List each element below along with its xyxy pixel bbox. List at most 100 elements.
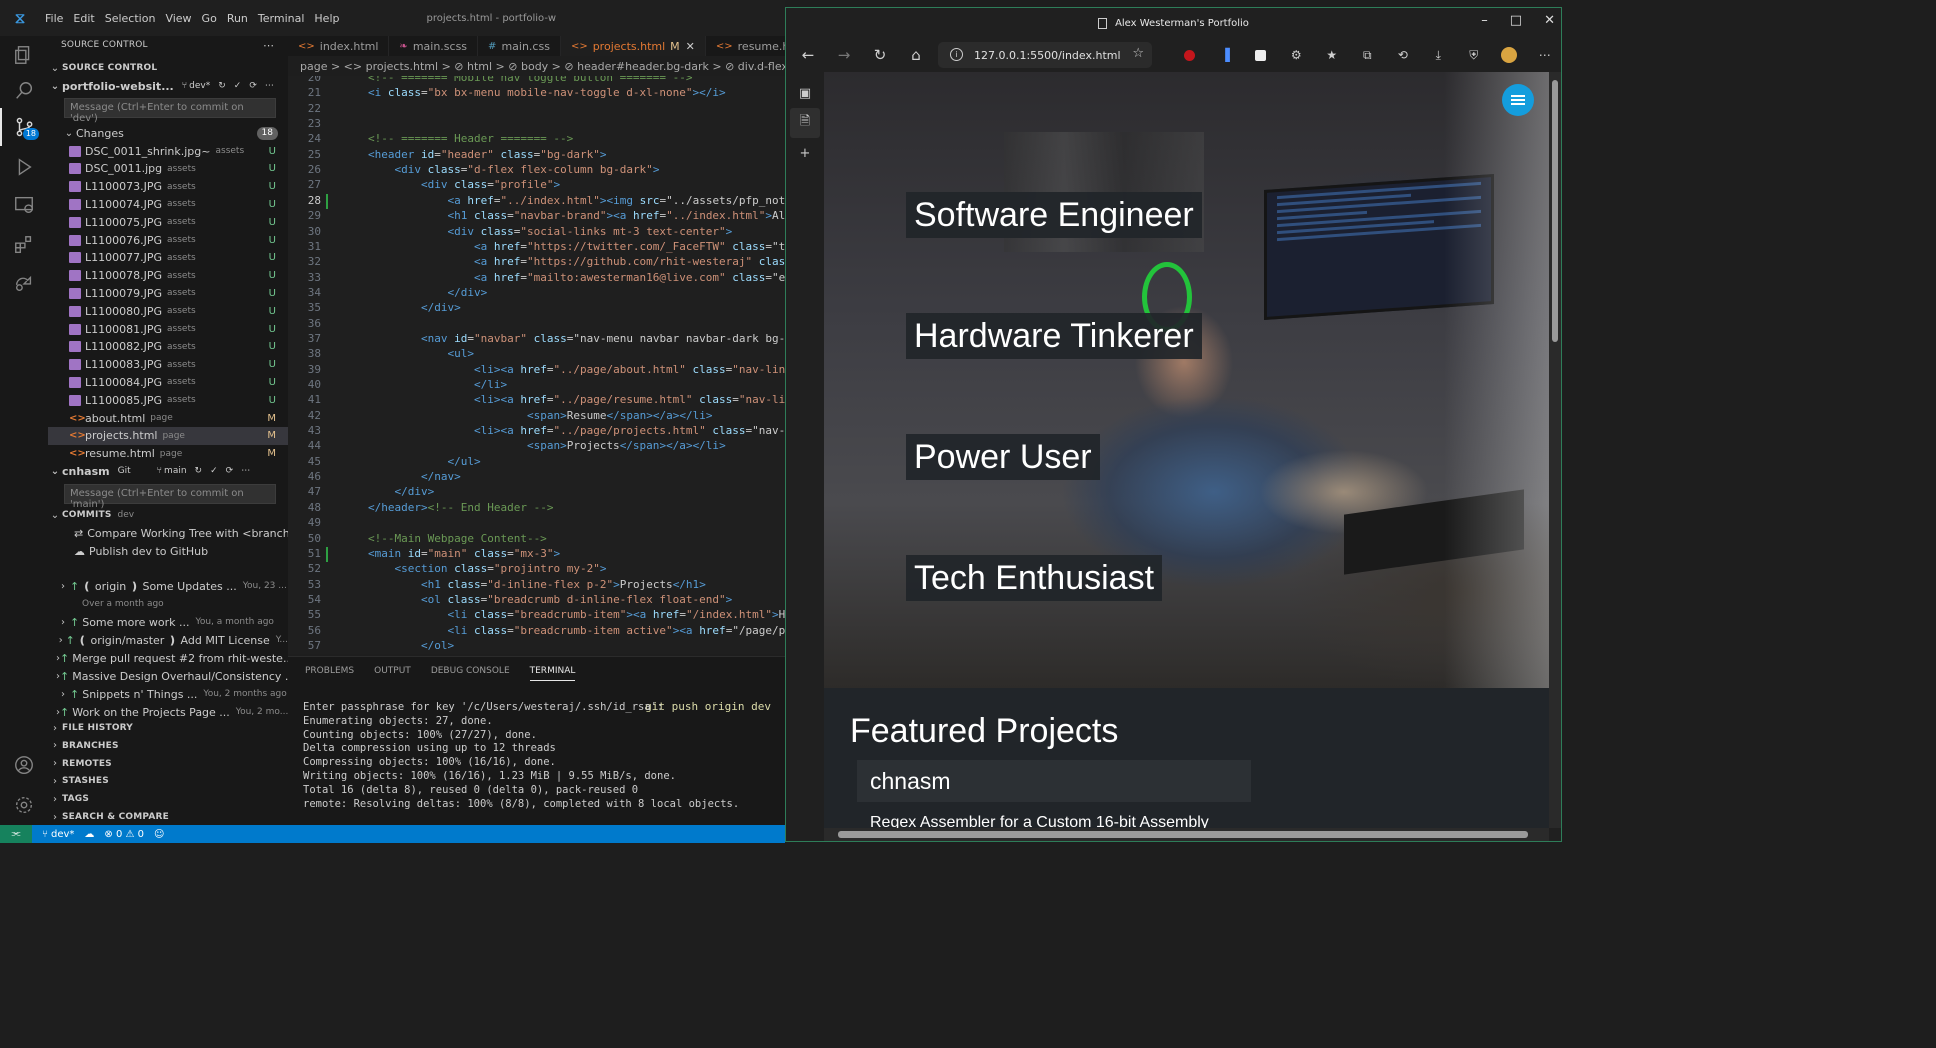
back-icon[interactable]: ← [790,46,826,64]
changed-file-row[interactable]: L1100084.JPG assets U [48,373,288,391]
maximize-icon[interactable]: □ [1510,13,1522,28]
code-line[interactable]: </nav> [368,470,461,483]
code-line[interactable]: <!--Main Webpage Content--> [368,532,547,545]
commit-message-input[interactable]: Message (Ctrl+Enter to commit on 'dev') [64,98,276,124]
sync-icon[interactable]: ↻ [218,81,226,91]
changed-file-row[interactable]: L1100073.JPG assets U [48,178,288,196]
changed-file-row[interactable]: L1100085.JPG assets U [48,391,288,409]
changed-file-row[interactable]: L1100078.JPG assets U [48,267,288,285]
tab-projects-html[interactable]: <> projects.html M ✕ [560,36,706,56]
more-actions-icon[interactable]: ⋯ [241,466,250,476]
code-line[interactable]: <a href="../index.html"><img src="../ass… [368,194,785,207]
commit-row[interactable]: › ↑ Some more work ... You, a month ago [48,613,288,631]
source-control-icon[interactable]: 18 [0,108,48,146]
run-debug-icon[interactable] [0,148,48,186]
address-bar[interactable]: i 127.0.0.1:5500/index.html ☆ [938,42,1152,68]
close-icon[interactable]: ✕ [1544,13,1555,28]
code-line[interactable]: <span>Projects</span></a></li> [368,439,726,452]
code-editor[interactable]: 20 <!-- ======= Mobile nav toggle button … [288,76,785,654]
sync-icon[interactable]: ↻ [195,466,203,476]
project-card-title[interactable]: chnasm [857,760,1251,802]
grammar-icon[interactable] [1243,45,1279,65]
menu-item-help[interactable]: Help [309,12,344,25]
code-line[interactable]: <nav id="navbar" class="nav-menu navbar … [368,332,785,345]
changed-file-row[interactable]: DSC_0011_shrink.jpg~ assets U [48,142,288,160]
code-line[interactable]: <div class="social-links mt-3 text-cente… [368,225,732,238]
code-line[interactable]: <a href="https://twitter.com/_FaceFTW" c… [368,240,785,253]
commit-message-input-cnhasm[interactable]: Message (Ctrl+Enter to commit on 'main') [64,484,276,510]
changed-file-row[interactable]: L1100076.JPG assets U [48,231,288,249]
panel-tab-debug-console[interactable]: DEBUG CONSOLE [431,662,510,680]
code-line[interactable]: <h1 class="d-inline-flex p-2">Projects</… [368,578,706,591]
code-line[interactable]: </div> [368,286,487,299]
sync-cloud-icon[interactable]: ☁ [84,829,94,840]
source-control-section-header[interactable]: ⌄ SOURCE CONTROL [48,59,288,77]
menu-item-go[interactable]: Go [197,12,222,25]
code-line[interactable]: <ul> [368,347,474,360]
code-line[interactable]: <!-- ======= Header ======= --> [368,132,573,145]
status-branch[interactable]: dev* [51,829,74,840]
code-line[interactable]: <li><a href="../page/resume.html" class=… [368,393,785,406]
panel-tab-output[interactable]: OUTPUT [374,662,411,680]
shield-icon[interactable]: ⛨ [1456,45,1492,65]
section-search-compare[interactable]: › SEARCH & COMPARE [48,808,288,825]
tab-portfolio[interactable]: 🗎 [790,108,820,138]
changed-file-row[interactable]: L1100074.JPG assets U [48,195,288,213]
code-line[interactable]: <header id="header" class="bg-dark"> [368,148,606,161]
code-line[interactable]: </div> [368,301,461,314]
explorer-icon[interactable] [0,36,48,74]
history-icon[interactable]: ⟲ [1385,45,1421,65]
commit-check-icon[interactable]: ✓ [210,466,218,476]
extensions-icon[interactable] [0,226,48,264]
changed-file-row[interactable]: L1100082.JPG assets U [48,338,288,356]
forward-icon[interactable]: → [826,46,862,64]
status-problems[interactable]: ⊗ 0 ⚠ 0 [104,829,144,840]
changed-file-row[interactable]: DSC_0011.jpg assets U [48,160,288,178]
code-line[interactable]: </li> [368,378,507,391]
commit-action-row[interactable]: ☁ Publish dev to GitHub [48,542,288,560]
new-tab-icon[interactable]: + [786,138,824,168]
close-tab-icon[interactable]: ✕ [686,40,695,53]
menu-item-view[interactable]: View [160,12,196,25]
panel-tab-problems[interactable]: PROBLEMS [305,662,354,680]
panel-tab-terminal[interactable]: TERMINAL [529,662,576,681]
code-line[interactable]: </ol> [368,639,454,652]
section-tags[interactable]: › TAGS [48,790,288,808]
add-favorite-icon[interactable]: ☆ [1132,46,1144,61]
commit-row[interactable]: › ↑ ❪ origin/master ❫ Add MIT License Y... [48,631,288,649]
menu-item-file[interactable]: File [40,12,68,25]
changed-file-row[interactable]: L1100083.JPG assets U [48,356,288,374]
live-share-icon[interactable] [0,264,48,302]
vertical-scrollbar[interactable] [1549,72,1561,828]
code-line[interactable]: <li class="breadcrumb-item"><a href="/in… [368,608,785,621]
collections-icon[interactable]: ⧉ [1350,45,1386,65]
menu-item-run[interactable]: Run [222,12,253,25]
changed-file-row[interactable]: L1100075.JPG assets U [48,213,288,231]
section-stashes[interactable]: › STASHES [48,772,288,790]
changed-file-row[interactable]: <> projects.html page M [48,426,288,445]
code-line[interactable]: <!-- ======= Mobile nav toggle button ==… [368,76,693,84]
repo-cnhasm[interactable]: ⌄ cnhasm Git ⑂ main ↻ ✓ ⟳ ⋯ [48,462,288,480]
tab-actions-icon[interactable]: ▣ [786,78,824,108]
remote-explorer-icon[interactable] [0,186,48,224]
changed-file-row[interactable]: <> about.html page M [48,409,288,427]
horizontal-scrollbar[interactable] [824,828,1549,841]
commit-row[interactable]: › ↑ Snippets n' Things ... You, 2 months a… [48,685,288,703]
changed-file-row[interactable]: L1100079.JPG assets U [48,284,288,302]
code-line[interactable]: <span>Resume</span></a></li> [368,409,713,422]
favorites-icon[interactable]: ★ [1314,45,1350,65]
home-icon[interactable]: ⌂ [898,46,934,64]
code-line[interactable]: <a href="https://github.com/rhit-westera… [368,255,785,268]
section-file-history[interactable]: › FILE HISTORY [48,719,288,737]
account-icon[interactable] [0,746,48,784]
feedback-icon[interactable]: ☺ [154,829,164,840]
changed-file-row[interactable]: L1100077.JPG assets U [48,249,288,267]
changed-file-row[interactable]: L1100080.JPG assets U [48,302,288,320]
search-icon[interactable] [0,72,48,110]
commit-check-icon[interactable]: ✓ [234,81,242,91]
tab-resume-htm[interactable]: <> resume.htm [706,36,785,56]
breadcrumb[interactable]: page > <> projects.html > ⊘ html > ⊘ bod… [288,60,785,76]
code-line[interactable]: <section class="projintro my-2"> [368,562,607,575]
menu-item-edit[interactable]: Edit [68,12,99,25]
changed-file-row[interactable]: <> resume.html page M [48,445,288,463]
